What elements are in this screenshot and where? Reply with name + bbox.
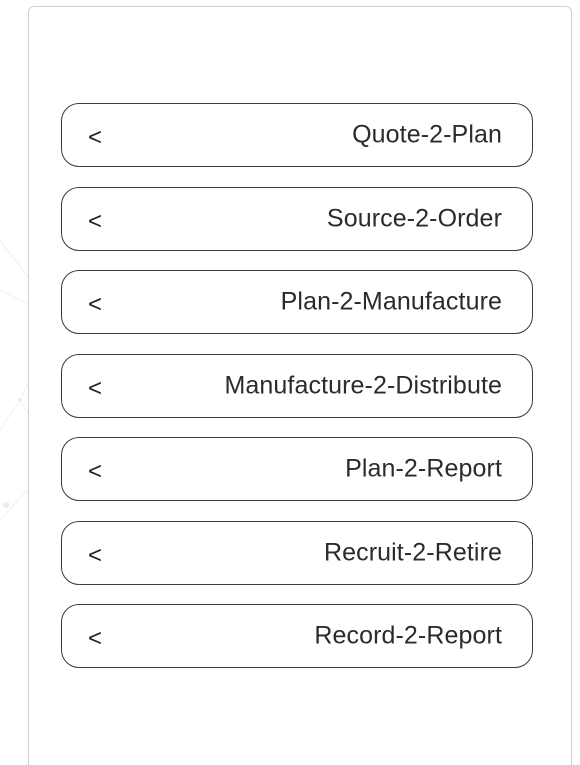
chevron-left-icon: < — [88, 290, 103, 318]
menu-item-manufacture-2-distribute[interactable]: < Manufacture-2-Distribute — [61, 353, 533, 418]
menu-item-label: Recruit-2-Retire — [323, 538, 502, 566]
menu-item-label: Plan-2-Manufacture — [280, 287, 502, 316]
page: < Quote-2-Plan < Source-2-Order < Plan-2… — [0, 0, 580, 765]
menu-item-plan-2-manufacture[interactable]: < Plan-2-Manufacture — [61, 270, 533, 334]
chevron-left-icon: < — [88, 207, 103, 235]
chevron-left-icon: < — [88, 374, 103, 402]
menu-item-label: Source-2-Order — [326, 204, 502, 232]
menu-item-label: Manufacture-2-Distribute — [224, 371, 502, 399]
chevron-left-icon: < — [88, 624, 103, 652]
menu-item-quote-2-plan[interactable]: < Quote-2-Plan — [61, 103, 533, 167]
menu-item-recruit-2-retire[interactable]: < Recruit-2-Retire — [61, 520, 533, 585]
chevron-left-icon: < — [88, 457, 103, 485]
menu-item-record-2-report[interactable]: < Record-2-Report — [61, 604, 533, 668]
menu-item-label: Quote-2-Plan — [352, 120, 502, 149]
menu-item-plan-2-report[interactable]: < Plan-2-Report — [61, 437, 533, 501]
chevron-left-icon: < — [88, 123, 103, 151]
menu-item-label: Record-2-Report — [314, 621, 502, 650]
chevron-left-icon: < — [88, 541, 103, 569]
menu-item-label: Plan-2-Report — [345, 454, 502, 483]
menu-item-source-2-order[interactable]: < Source-2-Order — [61, 186, 533, 251]
process-menu: < Quote-2-Plan < Source-2-Order < Plan-2… — [61, 103, 533, 688]
